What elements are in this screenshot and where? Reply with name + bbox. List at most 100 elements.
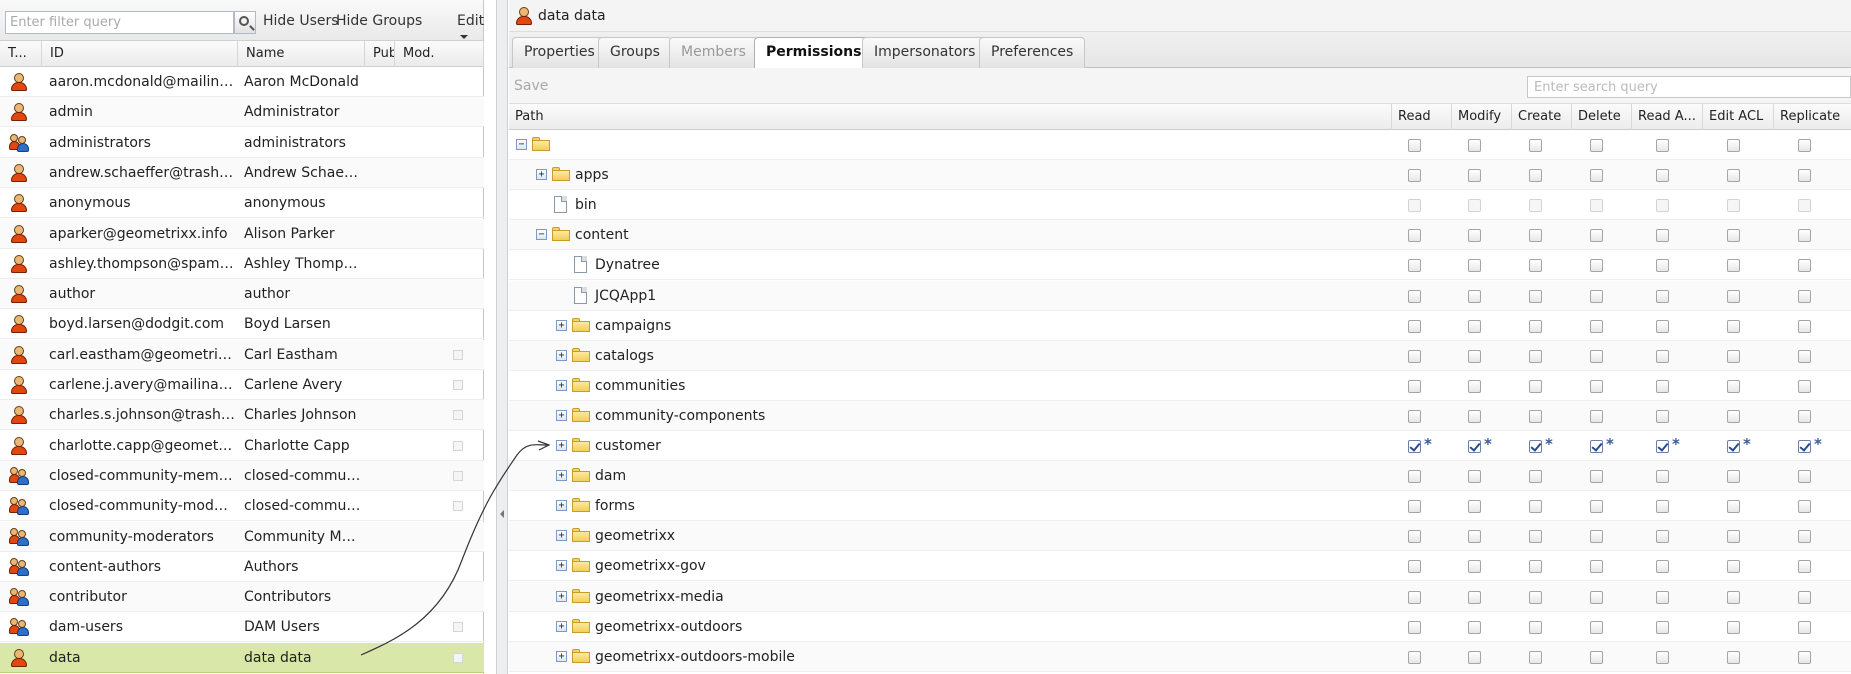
permission-checkbox-delete[interactable] [1590, 470, 1603, 484]
table-row-selected[interactable]: data data data [0, 642, 484, 673]
expand-icon[interactable]: + [556, 650, 567, 662]
permission-checkbox-delete[interactable] [1590, 319, 1603, 333]
tree-row[interactable]: + geometrixx [509, 521, 1851, 552]
permission-checkbox-create[interactable] [1529, 319, 1542, 333]
collapse-arrow-icon[interactable] [500, 510, 504, 518]
permission-checkbox-modify[interactable] [1468, 229, 1481, 243]
permission-checkbox-create[interactable] [1529, 650, 1542, 664]
tree-node-label[interactable]: catalogs [595, 341, 654, 371]
permission-checkbox-edit-acl[interactable] [1727, 500, 1740, 514]
permission-checkbox-read-a[interactable] [1656, 259, 1669, 273]
permission-checkbox-modify[interactable] [1468, 169, 1481, 183]
table-row[interactable]: contributor Contributors [0, 582, 484, 613]
permission-checkbox-edit-acl[interactable] [1727, 259, 1740, 273]
permission-checkbox-edit-acl[interactable] [1727, 530, 1740, 544]
permission-checkbox-edit-acl[interactable] [1727, 319, 1740, 333]
column-pub[interactable]: Pub. [365, 41, 395, 67]
tree-row[interactable]: + geometrixx-gov [509, 551, 1851, 582]
tree-row[interactable]: + catalogs [509, 340, 1851, 371]
tree-node-label[interactable]: campaigns [595, 311, 671, 341]
table-row[interactable]: aparker@geometrixx.info Alison Parker [0, 218, 484, 249]
permission-checkbox-modify[interactable] [1468, 319, 1481, 333]
permission-checkbox-create[interactable] [1529, 409, 1542, 423]
table-row[interactable]: closed-community-members closed-communit.… [0, 460, 484, 491]
table-row[interactable]: boyd.larsen@dodgit.com Boyd Larsen [0, 309, 484, 340]
tree-row[interactable]: Dynatree [509, 250, 1851, 281]
permission-checkbox-edit-acl[interactable] [1727, 349, 1740, 363]
permission-checkbox-replicate[interactable] [1798, 470, 1811, 484]
permission-checkbox-modify[interactable] [1468, 500, 1481, 514]
permission-checkbox-read[interactable] [1408, 440, 1421, 453]
save-button[interactable]: Save [514, 78, 548, 94]
permission-checkbox-create[interactable] [1529, 259, 1542, 273]
column-type[interactable]: T... [0, 41, 42, 67]
tree-node-label[interactable]: dam [595, 461, 626, 491]
permission-checkbox-replicate[interactable] [1798, 259, 1811, 273]
permission-checkbox-modify[interactable] [1468, 620, 1481, 634]
tree-row[interactable]: − content [509, 220, 1851, 251]
tree-node-label[interactable]: geometrixx [595, 521, 675, 551]
permission-checkbox-edit-acl[interactable] [1727, 470, 1740, 484]
tree-node-label[interactable]: bin [575, 190, 597, 220]
permission-checkbox-create[interactable] [1529, 530, 1542, 544]
table-row[interactable]: ashley.thompson@spambo... Ashley Thompson [0, 249, 484, 279]
permission-checkbox-read-a[interactable] [1656, 409, 1669, 423]
permission-checkbox-read-a[interactable] [1656, 169, 1669, 183]
permission-checkbox-create[interactable] [1529, 500, 1542, 514]
tab-groups[interactable]: Groups [598, 37, 672, 68]
permission-checkbox-read-a[interactable] [1656, 590, 1669, 604]
permission-checkbox-edit-acl[interactable] [1727, 560, 1740, 574]
permission-checkbox-delete[interactable] [1590, 379, 1603, 393]
column-read-a[interactable]: Read A... [1631, 104, 1702, 130]
permission-checkbox-read-a[interactable] [1656, 379, 1669, 393]
permission-checkbox-edit-acl[interactable] [1727, 139, 1740, 152]
column-replicate[interactable]: Replicate [1773, 104, 1851, 130]
permission-checkbox-read[interactable] [1408, 560, 1421, 574]
permission-checkbox-read[interactable] [1408, 409, 1421, 423]
permission-checkbox-read-a[interactable] [1656, 620, 1669, 634]
tab-impersonators[interactable]: Impersonators [862, 37, 988, 68]
search-input[interactable]: Enter search query [1527, 76, 1851, 98]
permission-checkbox-edit-acl[interactable] [1727, 229, 1740, 243]
expand-icon[interactable]: + [556, 409, 567, 421]
tree-node-label[interactable]: communities [595, 371, 685, 401]
permission-checkbox-create[interactable] [1529, 620, 1542, 634]
tree-row[interactable]: + communities [509, 371, 1851, 401]
filter-input[interactable]: Enter filter query [5, 11, 234, 34]
permission-checkbox-read[interactable] [1408, 349, 1421, 363]
tree-row[interactable]: + community-components [509, 400, 1851, 431]
permission-checkbox-replicate[interactable] [1798, 169, 1811, 183]
column-read[interactable]: Read [1391, 104, 1451, 130]
permission-checkbox-replicate[interactable] [1798, 500, 1811, 514]
column-edit-acl[interactable]: Edit ACL [1702, 104, 1773, 130]
tree-row[interactable]: + forms [509, 491, 1851, 522]
collapse-icon[interactable]: − [536, 229, 547, 241]
permission-checkbox-delete[interactable] [1590, 440, 1603, 453]
permission-checkbox-delete[interactable] [1590, 229, 1603, 243]
column-name[interactable]: Name [238, 41, 365, 67]
permission-checkbox-modify[interactable] [1468, 409, 1481, 423]
permission-checkbox-edit-acl[interactable] [1727, 620, 1740, 634]
permission-checkbox-read[interactable] [1408, 139, 1421, 152]
permission-checkbox-delete[interactable] [1590, 560, 1603, 574]
permission-checkbox-read-a[interactable] [1656, 229, 1669, 243]
permission-checkbox-read-a[interactable] [1656, 139, 1669, 152]
permission-checkbox-replicate[interactable] [1798, 590, 1811, 604]
permission-checkbox-edit-acl[interactable] [1727, 379, 1740, 393]
tree-node-label[interactable]: geometrixx-outdoors [595, 612, 742, 642]
expand-icon[interactable]: + [556, 319, 567, 331]
permission-checkbox-read-a[interactable] [1656, 349, 1669, 363]
table-row[interactable]: closed-community-moderat... closed-commun… [0, 491, 484, 522]
tree-node-label[interactable]: customer [595, 431, 661, 461]
permission-checkbox-create[interactable] [1529, 229, 1542, 243]
expand-icon[interactable]: + [556, 590, 567, 602]
permission-checkbox-read[interactable] [1408, 530, 1421, 544]
table-row[interactable]: administrators administrators [0, 128, 484, 158]
tree-node-label[interactable]: geometrixx-gov [595, 551, 706, 581]
permission-checkbox-create[interactable] [1529, 169, 1542, 183]
permission-checkbox-replicate[interactable] [1798, 229, 1811, 243]
permission-checkbox-modify[interactable] [1468, 349, 1481, 363]
tab-preferences[interactable]: Preferences [979, 37, 1086, 68]
permission-checkbox-replicate[interactable] [1798, 379, 1811, 393]
permission-checkbox-read[interactable] [1408, 620, 1421, 634]
